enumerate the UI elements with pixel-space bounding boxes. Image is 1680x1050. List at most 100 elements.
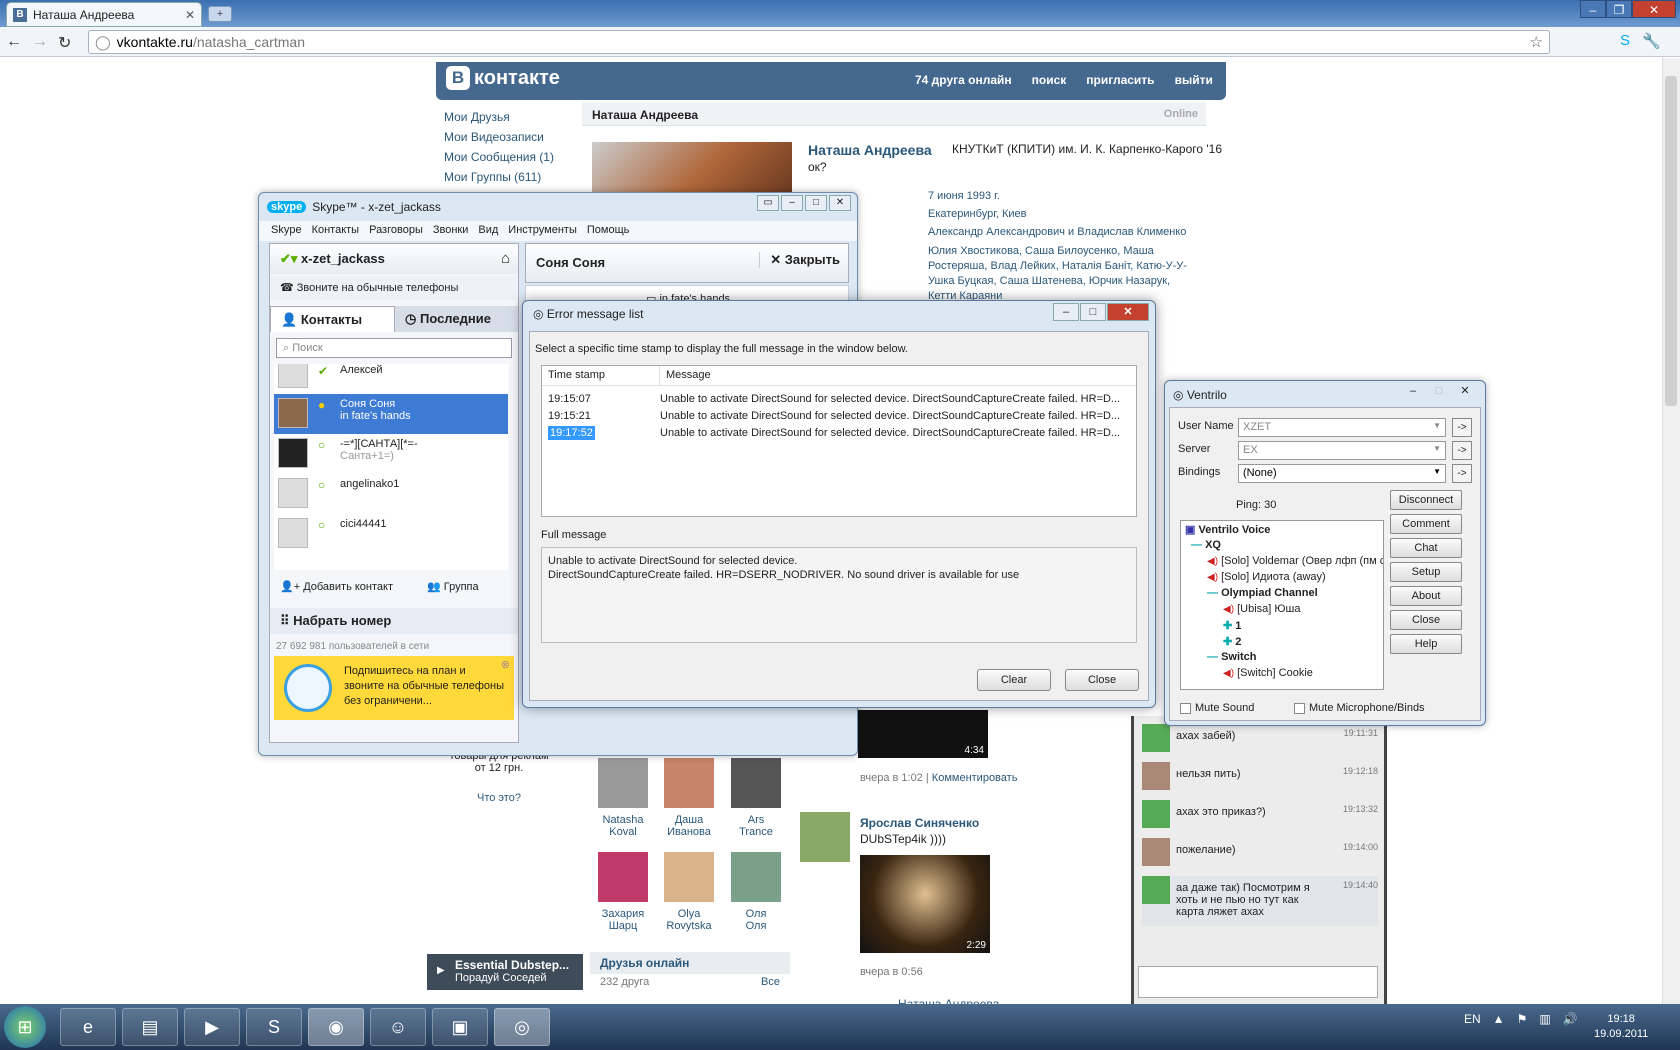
volume-icon[interactable]: 🔊 [1563, 1012, 1578, 1026]
skype-search-input[interactable]: ⌕ Поиск [276, 338, 512, 358]
server-select[interactable]: EX ▼ [1238, 441, 1446, 460]
tree-server[interactable]: ▣ Ventrilo Voice [1185, 523, 1270, 536]
close-chat-button[interactable]: ✕ Закрыть [759, 252, 840, 268]
comment-button[interactable]: Comment [1390, 514, 1462, 534]
status-online-icon[interactable]: ✔▾ [280, 251, 297, 266]
tree-channel[interactable]: ✚ 2 [1223, 635, 1241, 648]
mute-sound-checkbox[interactable]: Mute Sound [1180, 702, 1254, 714]
vk-friend[interactable]: Ars Trance [729, 758, 783, 838]
tree-user[interactable]: ◀) [Solo] Идиота (away) [1207, 571, 1326, 583]
minimize-icon[interactable]: – [1401, 384, 1425, 400]
audio-player[interactable]: ▶ Essential Dubstep... Порадуй Соседей [427, 954, 583, 990]
vk-friend[interactable]: Olya Rovytska [662, 852, 716, 932]
maximize-icon[interactable]: □ [1427, 384, 1451, 400]
maximize-icon[interactable]: □ [1080, 303, 1106, 321]
about-button[interactable]: About [1390, 586, 1462, 606]
vk-friends-online-title[interactable]: Друзья онлайн [590, 952, 790, 974]
tree-channel[interactable]: — Switch [1207, 651, 1257, 663]
bookmark-star-icon[interactable]: ☆ [1530, 33, 1543, 51]
skype-promo[interactable]: Подпишитесь на план и звоните на обычные… [274, 656, 514, 720]
vk-nav-logout[interactable]: выйти [1175, 73, 1213, 87]
error-titlebar[interactable]: ◎ Error message list [533, 307, 644, 321]
help-button[interactable]: Help [1390, 634, 1462, 654]
setup-button[interactable]: Setup [1390, 562, 1462, 582]
close-icon[interactable]: ✕ [1632, 0, 1676, 18]
play-icon[interactable]: ▶ [437, 965, 445, 976]
ventrilo-taskbar-icon[interactable]: ◎ [494, 1008, 550, 1046]
maximize-icon[interactable]: □ [805, 195, 827, 211]
col-message-header[interactable]: Message [660, 366, 717, 385]
mute-mic-checkbox[interactable]: Mute Microphone/Binds [1294, 702, 1425, 714]
contact-item[interactable]: ○ -=*][САНТА][*=- Санта+1=) [274, 434, 508, 474]
vk-friend[interactable]: Natasha Koval [596, 758, 650, 838]
explorer-icon[interactable]: ▤ [122, 1008, 178, 1046]
vk-logo[interactable]: Вконтакте [446, 66, 560, 90]
tree-channel[interactable]: — XQ [1191, 539, 1221, 551]
error-row[interactable]: 19:15:21 Unable to activate DirectSound f… [542, 407, 1136, 424]
skype-menu-item[interactable]: Разговоры [369, 224, 423, 238]
vk-nav-friends-online[interactable]: 74 друга онлайн [915, 73, 1012, 87]
vk-nav-search[interactable]: поиск [1032, 73, 1067, 87]
bindings-select[interactable]: (None) ▼ [1238, 464, 1446, 483]
skype-menu-item[interactable]: Skype [271, 224, 302, 238]
vk-info-value[interactable]: Александр Александрович и Владислав Клим… [928, 226, 1198, 238]
vk-menu-groups[interactable]: Мои Группы (611) [444, 170, 584, 184]
add-contact-button[interactable]: 👤+ Добавить контакт [280, 580, 393, 596]
flag-icon[interactable]: ⚑ [1517, 1012, 1528, 1026]
close-icon[interactable]: ✕ [1107, 303, 1149, 321]
vk-profile-name[interactable]: Наташа Андреева [808, 142, 932, 158]
wrench-icon[interactable]: 🔧 [1642, 32, 1661, 50]
address-bar[interactable]: ◯ vkontakte.ru/natasha_cartman ☆ [88, 30, 1550, 54]
vk-info-value[interactable]: Екатеринбург, Киев [928, 208, 1198, 220]
channel-tree[interactable]: ▣ Ventrilo Voice — XQ ◀) [Solo] Voldemar… [1180, 520, 1384, 690]
vk-info-value[interactable]: 7 июня 1993 г. [928, 190, 1198, 202]
vk-nav-invite[interactable]: пригласить [1086, 73, 1154, 87]
vk-info-value[interactable]: Юлия Хвостикова, Саша Билоусенко, Маша Р… [928, 244, 1198, 304]
page-scrollbar-thumb[interactable] [1665, 76, 1677, 406]
contact-item[interactable]: ○ cici44441 [274, 514, 508, 554]
start-button[interactable]: ⊞ [4, 1006, 46, 1048]
tab-close-icon[interactable]: ✕ [185, 8, 195, 22]
compact-view-icon[interactable]: ▭ [757, 195, 779, 211]
close-icon[interactable]: ⊗ [501, 658, 510, 673]
expand-icon[interactable]: ✚ [1223, 636, 1232, 648]
server-edit-button[interactable]: -> [1452, 441, 1472, 460]
back-icon[interactable]: ← [6, 33, 22, 53]
tree-user[interactable]: ◀) [Ubisa] Юша [1223, 603, 1300, 615]
wall-video[interactable]: 2:29 [860, 855, 990, 953]
disconnect-button[interactable]: Disconnect [1390, 490, 1462, 510]
full-message-box[interactable]: Unable to activate DirectSound for selec… [541, 547, 1137, 643]
reload-icon[interactable]: ↻ [58, 33, 71, 53]
skype-menu-item[interactable]: Звонки [433, 224, 469, 238]
vk-side-ad-what[interactable]: Что это? [444, 792, 554, 804]
skype-user[interactable]: ✔▾ x-zet_jackass ⌂ [270, 244, 518, 274]
tree-channel[interactable]: — Olympiad Channel [1207, 587, 1318, 599]
tree-user[interactable]: ◀) [Switch] Cookie [1223, 667, 1313, 679]
browser-tab[interactable]: В Наташа Андреева ✕ [6, 2, 202, 27]
vk-menu-messages[interactable]: Мои Сообщения (1) [444, 150, 584, 164]
tray-expand-icon[interactable]: ▲ [1493, 1012, 1505, 1026]
photo-icon[interactable]: ☺ [370, 1008, 426, 1046]
minimize-icon[interactable]: – [781, 195, 803, 211]
tab-contacts[interactable]: 👤 Контакты [270, 306, 395, 332]
skype-menu-item[interactable]: Вид [478, 224, 498, 238]
chrome-icon[interactable]: ◉ [308, 1008, 364, 1046]
collapse-icon[interactable]: — [1207, 651, 1218, 663]
comment-link[interactable]: Комментировать [932, 772, 1018, 784]
contact-item[interactable]: ✔ Алексей [274, 364, 508, 394]
minimize-icon[interactable]: – [1053, 303, 1079, 321]
avatar[interactable] [800, 812, 850, 862]
expand-icon[interactable]: ✚ [1223, 620, 1232, 632]
clock[interactable]: 19:18 19.09.2011 [1594, 1012, 1648, 1042]
network-icon[interactable]: ▥ [1539, 1012, 1550, 1026]
clear-button[interactable]: Clear [977, 669, 1051, 691]
tree-user[interactable]: ◀) [Solo] Voldemar (Овер лфп (пм с [1207, 555, 1383, 567]
group-button[interactable]: 👥 Группа [427, 580, 479, 596]
chat-button[interactable]: Chat [1390, 538, 1462, 558]
user-name-select[interactable]: XZET ▼ [1238, 418, 1446, 437]
vk-friend[interactable]: Захария Шарц [596, 852, 650, 932]
tree-channel[interactable]: ✚ 1 [1223, 619, 1241, 632]
ie-icon[interactable]: e [60, 1008, 116, 1046]
skype-menu-item[interactable]: Инструменты [508, 224, 577, 238]
close-icon[interactable]: ✕ [829, 195, 851, 211]
